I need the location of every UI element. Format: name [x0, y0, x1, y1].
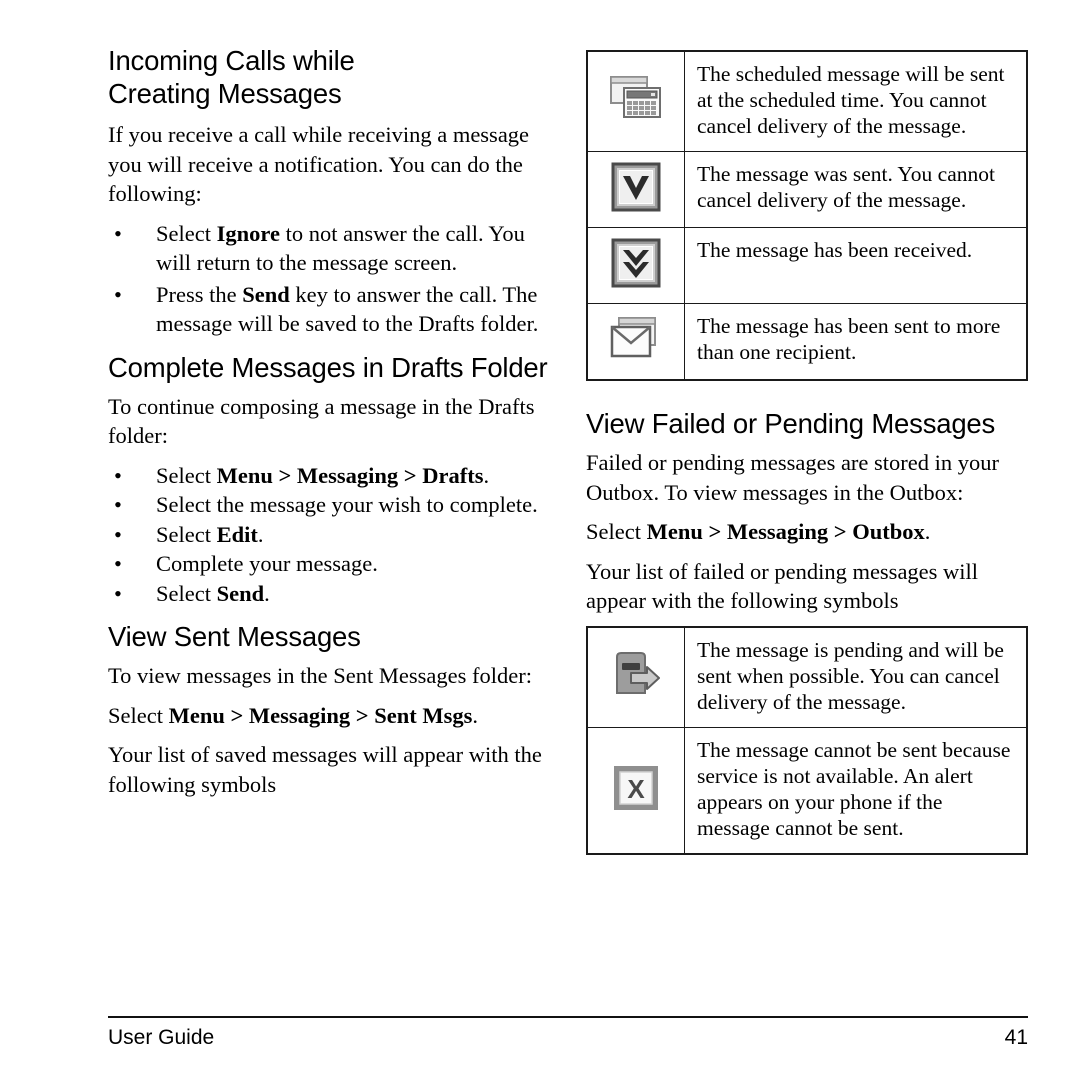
heading-view-sent-messages: View Sent Messages — [108, 621, 361, 652]
list-item-bold: Menu > Messaging > Drafts — [216, 462, 484, 488]
command-prefix: Select — [586, 519, 647, 544]
paragraph-drafts-intro: To continue composing a message in the D… — [108, 393, 535, 449]
command-prefix: Select — [108, 702, 169, 728]
list-item: • Select Send. — [108, 579, 560, 609]
heading-line-1: Incoming Calls while — [108, 45, 355, 76]
table-row: The message is pending and will be sent … — [586, 626, 1028, 728]
command-path-outbox: Select Menu > Messaging > Outbox. — [586, 517, 1028, 547]
paragraph-outbox-intro: Failed or pending messages are stored in… — [586, 450, 1000, 505]
cancel-x-icon: X — [607, 763, 665, 817]
right-column: The scheduled message will be sent at th… — [586, 50, 1028, 855]
icon-cell — [586, 151, 685, 228]
page-number: 41 — [1004, 1026, 1028, 1049]
list-item: • Complete your message. — [108, 549, 560, 579]
list-item: • Select the message your wish to comple… — [108, 490, 560, 520]
left-column: Incoming Calls while Creating Messages I… — [108, 44, 560, 799]
icon-cell — [586, 303, 685, 381]
svg-text:X: X — [627, 774, 645, 804]
list-item-bold: Ignore — [216, 220, 280, 246]
list-item-bold: Send — [216, 580, 265, 606]
page-footer: User Guide 41 — [108, 1016, 1028, 1050]
list-item-bold: Edit — [216, 521, 258, 547]
sent-symbols-table: The scheduled message will be sent at th… — [586, 50, 1028, 381]
list-item-pre: Complete your message. — [156, 551, 378, 576]
list-item-pre: Select — [156, 580, 217, 606]
list-item: • Select Edit. — [108, 520, 560, 550]
list-item: • Press the Send key to answer the call.… — [108, 280, 560, 339]
command-bold: Menu > Messaging > Outbox — [646, 519, 925, 544]
list-item-post: . — [483, 462, 490, 488]
command-suffix: . — [472, 702, 479, 728]
paragraph-outbox-outro: Your list of failed or pending messages … — [586, 558, 979, 614]
list-item-post: . — [264, 580, 270, 606]
check-mark-icon — [607, 162, 665, 216]
list-item-post: . — [257, 521, 264, 547]
table-row: The message has been received. — [586, 227, 1028, 304]
paragraph-incoming-intro: If you receive a call while receiving a … — [108, 122, 530, 206]
icon-cell — [586, 50, 685, 152]
icon-cell — [586, 626, 685, 728]
double-check-mark-icon — [607, 238, 665, 292]
list-item: • Select Menu > Messaging > Drafts. — [108, 461, 560, 491]
bullet-dot-icon: • — [114, 462, 122, 488]
list-item-pre: Press the — [156, 281, 243, 307]
paragraph-sent-outro: Your list of saved messages will appear … — [108, 742, 542, 797]
command-bold: Menu > Messaging > Sent Msgs — [168, 702, 473, 728]
table-cell-text: The message was sent. You cannot cancel … — [684, 151, 1028, 228]
icon-cell: X — [586, 726, 685, 854]
document-page: Incoming Calls while Creating Messages I… — [0, 0, 1080, 1080]
list-item: • Select Ignore to not answer the call. … — [108, 219, 560, 278]
paragraph-sent-intro: To view messages in the Sent Messages fo… — [108, 663, 532, 688]
command-suffix: . — [924, 519, 931, 544]
bullet-list-incoming-calls: • Select Ignore to not answer the call. … — [108, 219, 560, 339]
heading-complete-messages-drafts: Complete Messages in Drafts Folder — [108, 351, 548, 383]
outbox-symbols-table: The message is pending and will be sent … — [586, 625, 1028, 855]
list-item-pre: Select — [156, 220, 217, 246]
table-cell-text: The message cannot be sent because servi… — [684, 726, 1028, 854]
pending-outbox-icon — [607, 649, 665, 703]
table-cell-text: The scheduled message will be sent at th… — [684, 50, 1028, 152]
table-cell-text: The message is pending and will be sent … — [684, 626, 1028, 728]
command-path-sent-msgs: Select Menu > Messaging > Sent Msgs. — [108, 701, 560, 731]
bullet-dot-icon: • — [114, 492, 122, 517]
table-row: The message has been sent to more than o… — [586, 303, 1028, 381]
multiple-envelope-icon — [607, 314, 665, 368]
bullet-dot-icon: • — [114, 281, 122, 307]
heading-incoming-calls: Incoming Calls while Creating Messages — [108, 44, 560, 110]
bullet-dot-icon: • — [114, 220, 122, 246]
icon-cell — [586, 227, 685, 304]
table-row: The message was sent. You cannot cancel … — [586, 151, 1028, 228]
footer-row: User Guide 41 — [108, 1026, 1028, 1050]
table-cell-text: The message has been sent to more than o… — [684, 303, 1028, 381]
table-row: The scheduled message will be sent at th… — [586, 50, 1028, 152]
list-item-bold: Send — [242, 281, 290, 307]
list-item-pre: Select — [156, 462, 217, 488]
bullet-dot-icon: • — [114, 580, 122, 606]
footer-label: User Guide — [108, 1026, 215, 1049]
table-cell-text: The message has been received. — [684, 227, 1028, 304]
bullet-dot-icon: • — [114, 551, 122, 576]
scheduled-message-icon — [607, 72, 665, 126]
heading-view-failed-pending: View Failed or Pending Messages — [586, 408, 996, 439]
list-item-pre: Select the message your wish to complete… — [156, 492, 538, 517]
footer-divider — [108, 1016, 1028, 1018]
bullet-list-drafts-steps: • Select Menu > Messaging > Drafts. • Se… — [108, 461, 560, 609]
bullet-dot-icon: • — [114, 521, 122, 547]
heading-line-2: Creating Messages — [108, 78, 342, 109]
table-row: X The message cannot be sent because ser… — [586, 726, 1028, 854]
list-item-pre: Select — [156, 521, 217, 547]
